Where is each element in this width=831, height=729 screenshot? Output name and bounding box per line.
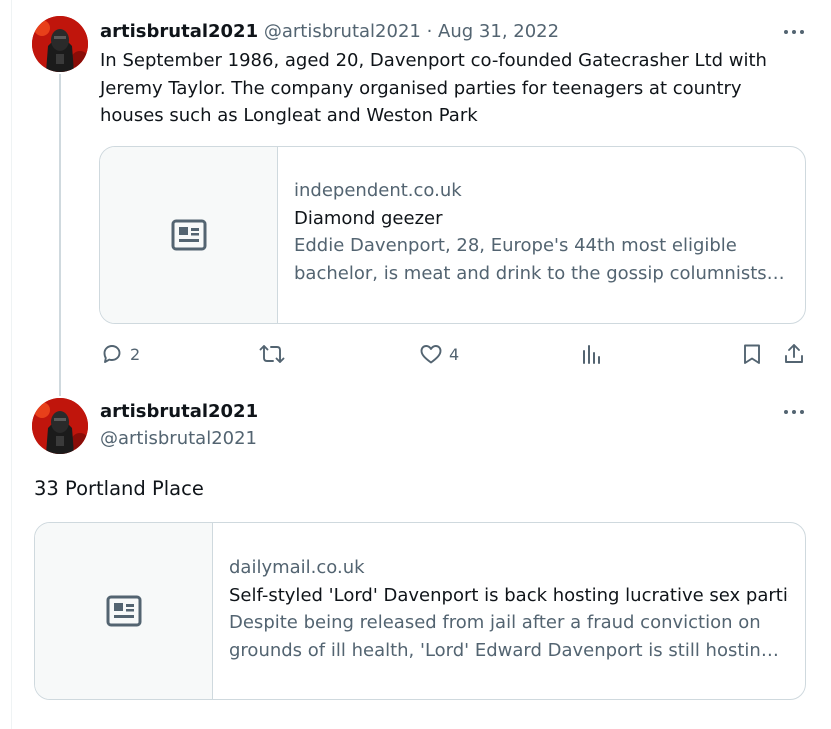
card-thumbnail	[35, 523, 213, 699]
timestamp[interactable]: Aug 31, 2022	[438, 21, 559, 42]
column-border	[11, 0, 12, 729]
separator-dot: ·	[426, 21, 433, 42]
display-name[interactable]: artisbrutal2021	[100, 401, 258, 422]
tweet-header-name: artisbrutal2021	[100, 400, 258, 424]
share-icon	[785, 344, 803, 363]
bookmark-button[interactable]	[740, 342, 764, 366]
article-icon	[106, 595, 141, 627]
tweet-text: In September 1986, aged 20, Davenport co…	[100, 50, 767, 126]
bookmark-icon	[744, 344, 760, 364]
share-button[interactable]	[782, 342, 806, 366]
reply-button[interactable]: 2	[100, 342, 140, 366]
card-description: Eddie Davenport, 28, Europe's 44th most …	[294, 235, 773, 284]
handle[interactable]: @artisbrutal2021	[264, 21, 421, 42]
card-body: dailymail.co.uk Self-styled 'Lord' Daven…	[229, 523, 789, 699]
reply-count: 2	[130, 344, 141, 364]
handle[interactable]: @artisbrutal2021	[100, 428, 257, 449]
like-count: 4	[449, 344, 460, 364]
card-title: Diamond geezer	[294, 207, 443, 229]
retweet-icon	[259, 345, 285, 363]
card-description: Despite being released from jail after a…	[229, 612, 773, 661]
reply-icon	[103, 345, 121, 363]
more-horizontal-icon[interactable]	[782, 400, 806, 424]
card-domain: dailymail.co.uk	[229, 557, 365, 578]
views-button[interactable]	[580, 342, 604, 366]
retweet-button[interactable]	[259, 342, 285, 366]
avatar[interactable]	[32, 16, 88, 72]
tweet-header: artisbrutal2021 @artisbrutal2021 · Aug 3…	[100, 20, 559, 44]
link-card[interactable]: independent.co.uk Diamond geezer Eddie D…	[99, 146, 806, 324]
card-body: independent.co.uk Diamond geezer Eddie D…	[294, 147, 789, 323]
link-card[interactable]: dailymail.co.uk Self-styled 'Lord' Daven…	[34, 522, 806, 700]
more-horizontal-icon[interactable]	[782, 20, 806, 44]
article-icon	[171, 219, 206, 251]
card-thumbnail	[100, 147, 278, 323]
views-icon	[583, 345, 600, 364]
tweet-text: 33 Portland Place	[34, 477, 204, 500]
like-button[interactable]: 4	[419, 342, 459, 366]
heart-icon	[420, 345, 442, 364]
card-domain: independent.co.uk	[294, 180, 462, 201]
avatar[interactable]	[32, 398, 88, 454]
thread-connector-line	[59, 74, 61, 396]
tweet-header-handle: @artisbrutal2021	[100, 427, 257, 451]
thread-page: artisbrutal2021 @artisbrutal2021 · Aug 3…	[0, 0, 831, 729]
card-title: Self-styled 'Lord' Davenport is back hos…	[229, 584, 789, 606]
display-name[interactable]: artisbrutal2021	[100, 21, 258, 42]
